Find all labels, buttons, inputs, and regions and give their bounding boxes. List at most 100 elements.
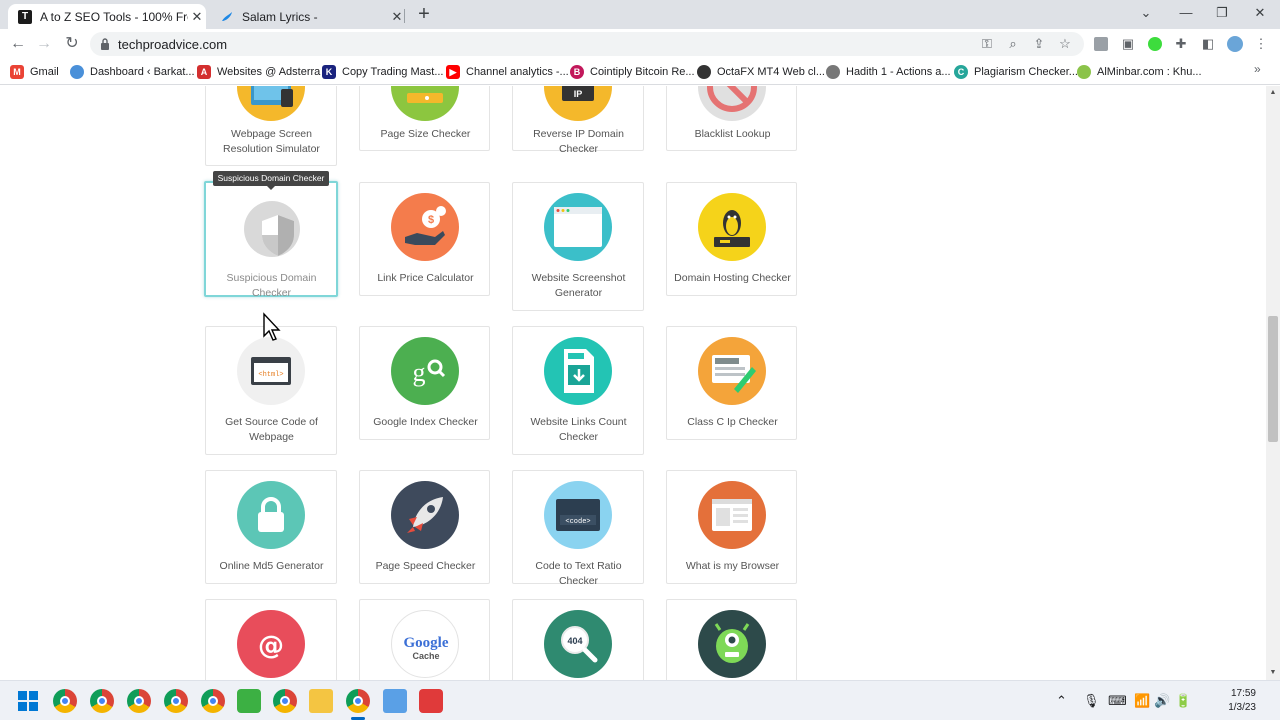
browser-toolbar: ← → ↻ techproadvice.com ⚿ ⌕ ⇪ ☆ ▣ ✚ ◧ ⋮ — [0, 29, 1280, 59]
battery-icon[interactable]: 🔋 — [1175, 693, 1191, 709]
bookmark-channel-analytics[interactable]: ▶ Channel analytics -... — [446, 63, 569, 81]
share-icon[interactable]: ⇪ — [1030, 35, 1048, 53]
tool-card[interactable]: Page Speed Checker — [359, 470, 490, 584]
microphone-icon[interactable]: 🎙 — [1083, 693, 1100, 709]
more-bookmarks-icon[interactable]: » — [1254, 62, 1261, 76]
tool-card[interactable]: $ Link Price Calculator — [359, 182, 490, 296]
bookmark-adsterra[interactable]: A Websites @ Adsterra — [197, 63, 320, 81]
notepad-icon[interactable] — [383, 689, 407, 713]
adsterra-icon: A — [197, 65, 211, 79]
tool-card[interactable]: 404 — [512, 599, 644, 680]
chrome-icon[interactable] — [53, 689, 77, 713]
chrome-profile-4-icon[interactable] — [164, 689, 188, 713]
image-extension-icon[interactable]: ▣ — [1119, 35, 1137, 53]
tool-card[interactable]: <html> Get Source Code of Webpage — [205, 326, 337, 455]
chrome-profile-2-icon[interactable] — [90, 689, 114, 713]
tool-card[interactable]: Page Size Checker — [359, 86, 490, 151]
octafx-icon — [697, 65, 711, 79]
tool-label: Page Speed Checker — [375, 560, 476, 572]
cointiply-icon: B — [570, 65, 584, 79]
bookmark-octafx[interactable]: OctaFX MT4 Web cl... — [697, 63, 825, 81]
volume-icon[interactable]: 🔊 — [1154, 693, 1170, 709]
restore-icon[interactable]: ❐ — [1204, 3, 1240, 25]
bookmark-hadith[interactable]: Hadith 1 - Actions a... — [826, 63, 951, 81]
tab-a-to-z-seo-tools[interactable]: T A to Z SEO Tools - 100% Free SEO ✕ — [8, 4, 206, 29]
tool-card[interactable]: g Google Index Checker — [359, 326, 490, 440]
chrome-profile-5-icon[interactable] — [201, 689, 225, 713]
side-panel-icon[interactable]: ◧ — [1199, 35, 1217, 53]
scroll-up-arrow[interactable]: ▲ — [1266, 87, 1280, 99]
chrome-profile-6-icon[interactable] — [273, 689, 297, 713]
bookmark-copy-trading[interactable]: K Copy Trading Mast... — [322, 63, 444, 81]
puzzle-extensions-icon[interactable]: ✚ — [1172, 35, 1190, 53]
camtasia-green-icon[interactable] — [237, 689, 261, 713]
chrome-active-icon[interactable] — [346, 689, 370, 713]
bookmark-cointiply[interactable]: B Cointiply Bitcoin Re... — [570, 63, 695, 81]
tool-card[interactable]: Blacklist Lookup — [666, 86, 797, 151]
copy-trading-icon: K — [322, 65, 336, 79]
tab-strip: T A to Z SEO Tools - 100% Free SEO ✕ Sal… — [0, 0, 1280, 29]
tool-card[interactable]: Google Cache — [359, 599, 490, 680]
tool-card[interactable]: Webpage Screen Resolution Simulator — [205, 86, 337, 166]
windows-start-icon[interactable] — [16, 689, 40, 713]
tool-label: Get Source Code of Webpage — [225, 416, 318, 443]
svg-text:<code>: <code> — [565, 518, 590, 526]
tab-salam-lyrics[interactable]: Salam Lyrics - ✕ — [210, 4, 406, 29]
tool-card[interactable]: Website Links Count Checker — [512, 326, 644, 455]
bookmark-plagiarism[interactable]: C Plagiarism Checker... — [954, 63, 1078, 81]
scrollbar-thumb[interactable] — [1268, 316, 1278, 442]
globe-icon — [70, 65, 84, 79]
back-icon[interactable]: ← — [6, 33, 30, 55]
profile-avatar-icon[interactable] — [1226, 35, 1244, 53]
svg-text:g: g — [413, 358, 426, 387]
reload-icon[interactable]: ↻ — [60, 33, 84, 55]
forward-icon[interactable]: → — [32, 33, 56, 55]
keyboard-icon[interactable]: ⌨ — [1108, 693, 1127, 709]
bookmarks-bar: M Gmail Dashboard ‹ Barkat... A Websites… — [0, 59, 1280, 85]
file-explorer-icon[interactable] — [309, 689, 333, 713]
tool-card[interactable]: Website Screenshot Generator — [512, 182, 644, 311]
tool-card[interactable]: @ — [205, 599, 337, 680]
tool-card-suspicious-domain[interactable]: Suspicious Domain Checker — [204, 181, 338, 299]
tool-card[interactable]: Online Md5 Generator — [205, 470, 337, 584]
gmail-icon: M — [10, 65, 24, 79]
close-tab-icon[interactable]: ✕ — [188, 9, 206, 25]
bookmark-alminbar[interactable]: AlMinbar.com : Khu... — [1077, 63, 1202, 81]
tool-card[interactable]: IP Reverse IP Domain Checker — [512, 86, 644, 155]
tool-card[interactable]: Domain Hosting Checker — [666, 182, 797, 296]
camtasia-red-icon[interactable] — [419, 689, 443, 713]
tab-title: A to Z SEO Tools - 100% Free SEO — [40, 9, 188, 24]
bookmark-star-icon[interactable]: ☆ — [1056, 35, 1074, 53]
green-extension-icon[interactable] — [1146, 35, 1164, 53]
page-size-icon — [391, 86, 459, 121]
tool-card[interactable]: Class C Ip Checker — [666, 326, 797, 440]
tool-card[interactable]: What is my Browser — [666, 470, 797, 584]
tool-card[interactable]: <code> Code to Text Ratio Checker — [512, 470, 644, 587]
class-c-wrench-icon — [698, 337, 766, 405]
zoom-icon[interactable]: ⌕ — [1004, 35, 1022, 53]
show-hidden-icons[interactable]: ⌃ — [1056, 693, 1067, 709]
bookmark-gmail[interactable]: M Gmail — [10, 63, 59, 81]
key-icon[interactable]: ⚿ — [978, 35, 996, 53]
linux-penguin-icon — [698, 193, 766, 261]
tool-card[interactable] — [666, 599, 797, 680]
menu-kebab-icon[interactable]: ⋮ — [1252, 35, 1270, 53]
address-bar[interactable]: techproadvice.com ⚿ ⌕ ⇪ ☆ — [90, 32, 1084, 56]
shield-icon — [244, 201, 300, 257]
rocket-icon — [391, 481, 459, 549]
scroll-down-arrow[interactable]: ▼ — [1266, 667, 1280, 679]
robot-icon — [698, 610, 766, 678]
tool-label: Website Links Count Checker — [530, 416, 627, 443]
new-tab-icon[interactable]: + — [413, 4, 435, 26]
close-window-icon[interactable]: ✕ — [1242, 3, 1278, 25]
reverse-ip-icon: IP — [544, 86, 612, 121]
bookmark-dashboard[interactable]: Dashboard ‹ Barkat... — [70, 63, 195, 81]
wifi-icon[interactable]: 📶 — [1134, 693, 1150, 709]
chrome-profile-3-icon[interactable] — [127, 689, 151, 713]
tab-search-icon[interactable]: ⌄ — [1128, 3, 1164, 25]
system-clock[interactable]: 17:59 1/3/23 — [1206, 687, 1256, 715]
minimize-icon[interactable]: — — [1168, 3, 1204, 25]
extension-1-icon[interactable] — [1092, 35, 1110, 53]
tool-label: Page Size Checker — [380, 128, 471, 140]
url-text: techproadvice.com — [118, 37, 228, 52]
